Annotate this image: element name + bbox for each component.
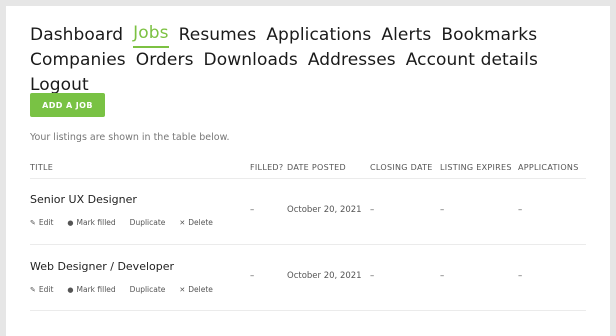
edit-action[interactable]: ✎ Edit: [30, 218, 53, 227]
nav-bookmarks[interactable]: Bookmarks: [441, 23, 537, 48]
closing-date-cell: –: [370, 205, 375, 215]
row-actions: ✎ Edit ● Mark filled Duplicate ✕ Delete: [30, 285, 227, 294]
header-filled: FILLED?: [250, 163, 284, 172]
dot-icon: ●: [67, 218, 74, 227]
delete-action[interactable]: ✕ Delete: [179, 218, 213, 227]
listing-expires-cell: –: [440, 271, 445, 281]
add-job-button[interactable]: ADD A JOB: [30, 93, 105, 117]
filled-cell: –: [250, 205, 255, 215]
row-divider: [30, 310, 586, 311]
nav-account-details[interactable]: Account details: [406, 48, 538, 73]
row-divider: [30, 244, 586, 245]
header-applications: APPLICATIONS: [518, 163, 579, 172]
header-listing-expires: LISTING EXPIRES: [440, 163, 512, 172]
edit-action[interactable]: ✎ Edit: [30, 285, 53, 294]
nav-jobs[interactable]: Jobs: [133, 23, 169, 48]
x-icon: ✕: [179, 218, 186, 227]
delete-action[interactable]: ✕ Delete: [179, 285, 213, 294]
duplicate-action[interactable]: Duplicate: [130, 285, 166, 294]
nav-orders[interactable]: Orders: [136, 48, 194, 73]
pencil-icon: ✎: [30, 218, 36, 227]
row-actions: ✎ Edit ● Mark filled Duplicate ✕ Delete: [30, 218, 227, 227]
nav-addresses[interactable]: Addresses: [308, 48, 396, 73]
filled-cell: –: [250, 271, 255, 281]
dashboard-panel: Dashboard Jobs Resumes Applications Aler…: [6, 6, 610, 336]
header-divider: [30, 178, 586, 179]
job-title[interactable]: Senior UX Designer: [30, 193, 137, 206]
nav-applications[interactable]: Applications: [266, 23, 371, 48]
job-title[interactable]: Web Designer / Developer: [30, 260, 174, 273]
intro-text: Your listings are shown in the table bel…: [30, 132, 230, 143]
dot-icon: ●: [67, 285, 74, 294]
duplicate-action[interactable]: Duplicate: [130, 218, 166, 227]
date-posted-cell: October 20, 2021: [287, 205, 362, 215]
date-posted-cell: October 20, 2021: [287, 271, 362, 281]
pencil-icon: ✎: [30, 285, 36, 294]
applications-cell: –: [518, 205, 523, 215]
listing-expires-cell: –: [440, 205, 445, 215]
header-date-posted: DATE POSTED: [287, 163, 346, 172]
nav-resumes[interactable]: Resumes: [179, 23, 257, 48]
x-icon: ✕: [179, 285, 186, 294]
mark-filled-action[interactable]: ● Mark filled: [67, 218, 115, 227]
account-nav: Dashboard Jobs Resumes Applications Aler…: [30, 23, 600, 98]
mark-filled-action[interactable]: ● Mark filled: [67, 285, 115, 294]
applications-cell: –: [518, 271, 523, 281]
header-title: TITLE: [30, 163, 54, 172]
nav-alerts[interactable]: Alerts: [381, 23, 431, 48]
header-closing-date: CLOSING DATE: [370, 163, 433, 172]
nav-companies[interactable]: Companies: [30, 48, 126, 73]
nav-dashboard[interactable]: Dashboard: [30, 23, 123, 48]
nav-downloads[interactable]: Downloads: [204, 48, 298, 73]
closing-date-cell: –: [370, 271, 375, 281]
